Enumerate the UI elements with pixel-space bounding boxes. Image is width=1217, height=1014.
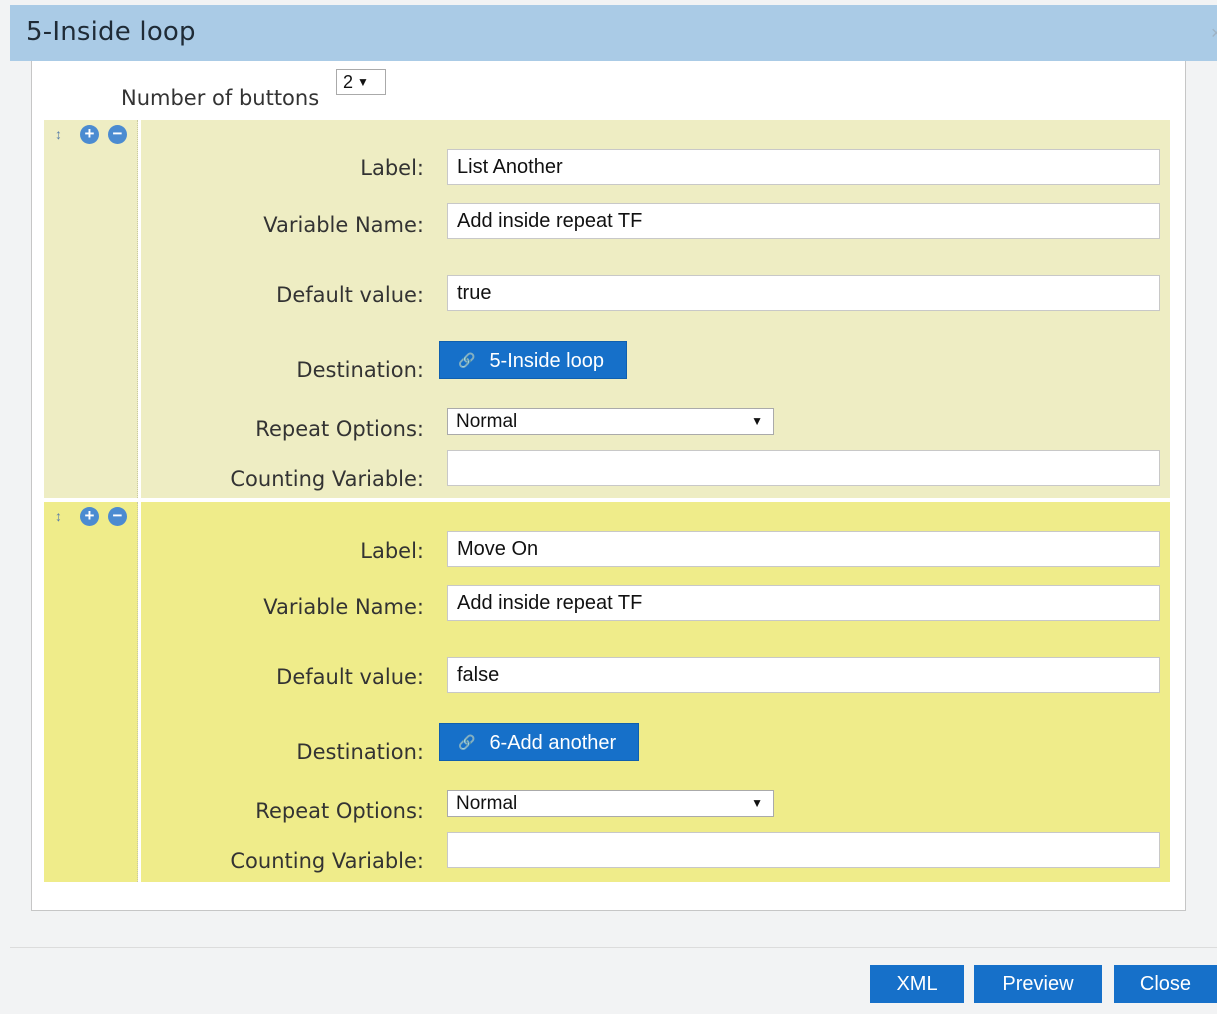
button-panel-1: ↕ + − Label: List Another Variable Name:… [44,120,1170,498]
destination-value: 5-Inside loop [489,350,604,372]
repeat-options-caption: Repeat Options: [255,417,424,441]
close-icon[interactable]: × [1211,23,1217,41]
move-icon[interactable]: ↕ [55,126,62,142]
add-button-icon[interactable]: + [80,125,99,144]
default-value-caption: Default value: [276,283,424,307]
repeat-options-caption: Repeat Options: [255,799,424,823]
destination-value: 6-Add another [489,732,617,754]
default-value-input[interactable]: false [447,657,1160,693]
destination-button[interactable]: 🔗 6-Add another [439,723,640,761]
drag-handle-column[interactable]: ↕ + − [44,120,138,498]
destination-caption: Destination: [296,358,424,382]
repeat-options-select[interactable]: Normal ▼ [447,408,774,435]
default-value-caption: Default value: [276,665,424,689]
remove-button-icon[interactable]: − [108,125,127,144]
add-button-icon[interactable]: + [80,507,99,526]
number-of-buttons-label: Number of buttons [121,86,320,110]
dialog-title-bar: 5-Inside loop × [10,5,1217,61]
counting-variable-input[interactable] [447,832,1160,868]
label-caption: Label: [360,156,424,180]
preview-button[interactable]: Preview [974,965,1102,1003]
repeat-options-select[interactable]: Normal ▼ [447,790,774,817]
label-caption: Label: [360,539,424,563]
button-panel-2: ↕ + − Label: Move On Variable Name: Add … [44,502,1170,882]
number-of-buttons-value: 2 [343,72,354,92]
button-panel-fields: Label: Move On Variable Name: Add inside… [141,502,1170,882]
variable-name-input[interactable]: Add inside repeat TF [447,585,1160,621]
move-icon[interactable]: ↕ [55,508,62,524]
link-icon: 🔗 [458,352,476,368]
drag-handle-column[interactable]: ↕ + − [44,502,138,882]
variable-name-input[interactable]: Add inside repeat TF [447,203,1160,239]
dialog-title: 5-Inside loop [26,17,196,47]
dropdown-arrow-icon: ▼ [751,414,763,428]
repeat-options-value: Normal [456,793,518,814]
remove-button-icon[interactable]: − [108,507,127,526]
default-value-input[interactable]: true [447,275,1160,311]
dropdown-arrow-icon: ▼ [751,796,763,810]
xml-button[interactable]: XML [870,965,964,1003]
label-input[interactable]: Move On [447,531,1160,567]
label-input[interactable]: List Another [447,149,1160,185]
destination-button[interactable]: 🔗 5-Inside loop [439,341,627,379]
counting-variable-caption: Counting Variable: [230,849,424,873]
dropdown-arrow-icon: ▼ [357,75,369,89]
close-button[interactable]: Close [1114,965,1217,1003]
destination-caption: Destination: [296,740,424,764]
footer-divider [10,947,1217,948]
variable-name-caption: Variable Name: [263,595,424,619]
variable-name-caption: Variable Name: [263,213,424,237]
repeat-options-value: Normal [456,411,518,432]
counting-variable-input[interactable] [447,450,1160,486]
number-of-buttons-select[interactable]: 2 ▼ [336,69,386,95]
button-panel-fields: Label: List Another Variable Name: Add i… [141,120,1170,498]
counting-variable-caption: Counting Variable: [230,467,424,491]
link-icon: 🔗 [458,734,476,750]
